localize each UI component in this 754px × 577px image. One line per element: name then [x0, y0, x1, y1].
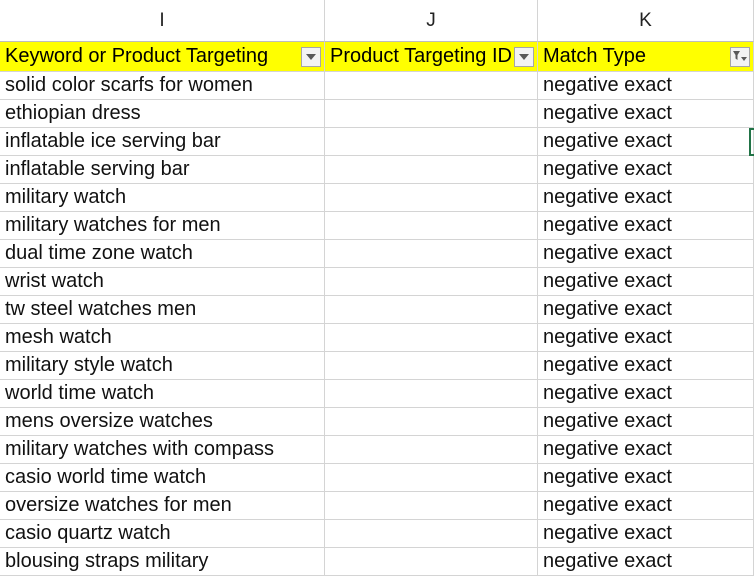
table-row: oversize watches for men negative exact — [0, 492, 754, 520]
cell-product-targeting-id[interactable] — [325, 184, 538, 212]
cell-match-type[interactable]: negative exact — [538, 492, 754, 520]
cell-match-type[interactable]: negative exact — [538, 156, 754, 184]
table-row: mens oversize watches negative exact — [0, 408, 754, 436]
table-row: military watches with compass negative ex… — [0, 436, 754, 464]
cell-match-type[interactable]: negative exact — [538, 408, 754, 436]
active-cell-indicator — [749, 128, 754, 156]
cell-keyword[interactable]: military watches with compass — [0, 436, 325, 464]
cell-match-type[interactable]: negative exact — [538, 212, 754, 240]
dropdown-arrow-icon — [306, 54, 316, 60]
filter-dropdown-product-targeting-id[interactable] — [514, 47, 534, 67]
cell-match-type[interactable]: negative exact — [538, 240, 754, 268]
column-header-k[interactable]: K — [538, 0, 754, 42]
table-row: blousing straps military negative exact — [0, 548, 754, 576]
cell-keyword[interactable]: military watch — [0, 184, 325, 212]
cell-product-targeting-id[interactable] — [325, 436, 538, 464]
cell-match-type[interactable]: negative exact — [538, 520, 754, 548]
cell-product-targeting-id[interactable] — [325, 240, 538, 268]
cell-product-targeting-id[interactable] — [325, 352, 538, 380]
cell-keyword[interactable]: world time watch — [0, 380, 325, 408]
cell-keyword[interactable]: solid color scarfs for women — [0, 72, 325, 100]
cell-product-targeting-id[interactable] — [325, 324, 538, 352]
cell-keyword[interactable]: military watches for men — [0, 212, 325, 240]
cell-product-targeting-id[interactable] — [325, 296, 538, 324]
cell-keyword[interactable]: dual time zone watch — [0, 240, 325, 268]
table-row: inflatable ice serving bar negative exact — [0, 128, 754, 156]
filter-dropdown-keyword[interactable] — [301, 47, 321, 67]
header-cell-product-targeting-id[interactable]: Product Targeting ID — [325, 42, 538, 72]
table-row: casio world time watch negative exact — [0, 464, 754, 492]
cell-product-targeting-id[interactable] — [325, 492, 538, 520]
table-row: tw steel watches men negative exact — [0, 296, 754, 324]
table-row: military watch negative exact — [0, 184, 754, 212]
cell-keyword[interactable]: tw steel watches men — [0, 296, 325, 324]
filter-active-icon — [733, 51, 747, 61]
cell-product-targeting-id[interactable] — [325, 128, 538, 156]
table-row: military watches for men negative exact — [0, 212, 754, 240]
cell-product-targeting-id[interactable] — [325, 156, 538, 184]
cell-keyword[interactable]: wrist watch — [0, 268, 325, 296]
cell-product-targeting-id[interactable] — [325, 548, 538, 576]
header-cell-keyword[interactable]: Keyword or Product Targeting — [0, 42, 325, 72]
cell-keyword[interactable]: mens oversize watches — [0, 408, 325, 436]
cell-match-type[interactable]: negative exact — [538, 380, 754, 408]
cell-match-type[interactable]: negative exact — [538, 324, 754, 352]
column-header-bar: I J K — [0, 0, 754, 42]
table-row: world time watch negative exact — [0, 380, 754, 408]
cell-keyword[interactable]: military style watch — [0, 352, 325, 380]
cell-match-type[interactable]: negative exact — [538, 72, 754, 100]
header-label-keyword: Keyword or Product Targeting — [5, 45, 269, 67]
cell-match-type[interactable]: negative exact — [538, 128, 754, 156]
cell-product-targeting-id[interactable] — [325, 268, 538, 296]
cell-product-targeting-id[interactable] — [325, 408, 538, 436]
cell-keyword[interactable]: inflatable ice serving bar — [0, 128, 325, 156]
table-row: casio quartz watch negative exact — [0, 520, 754, 548]
cell-keyword[interactable]: mesh watch — [0, 324, 325, 352]
cell-match-type[interactable]: negative exact — [538, 184, 754, 212]
cell-keyword[interactable]: casio quartz watch — [0, 520, 325, 548]
cell-product-targeting-id[interactable] — [325, 72, 538, 100]
table-body: solid color scarfs for women negative exa… — [0, 72, 754, 576]
cell-match-type[interactable]: negative exact — [538, 464, 754, 492]
filter-dropdown-match-type[interactable] — [730, 47, 750, 67]
cell-product-targeting-id[interactable] — [325, 520, 538, 548]
cell-product-targeting-id[interactable] — [325, 100, 538, 128]
cell-match-type[interactable]: negative exact — [538, 352, 754, 380]
cell-keyword[interactable]: blousing straps military — [0, 548, 325, 576]
cell-match-type[interactable]: negative exact — [538, 548, 754, 576]
cell-product-targeting-id[interactable] — [325, 464, 538, 492]
cell-keyword[interactable]: casio world time watch — [0, 464, 325, 492]
dropdown-arrow-icon — [519, 54, 529, 60]
cell-match-type[interactable]: negative exact — [538, 268, 754, 296]
header-cell-match-type[interactable]: Match Type — [538, 42, 754, 72]
cell-keyword[interactable]: ethiopian dress — [0, 100, 325, 128]
cell-product-targeting-id[interactable] — [325, 380, 538, 408]
cell-keyword[interactable]: inflatable serving bar — [0, 156, 325, 184]
column-header-i[interactable]: I — [0, 0, 325, 42]
column-header-j[interactable]: J — [325, 0, 538, 42]
table-row: solid color scarfs for women negative exa… — [0, 72, 754, 100]
spreadsheet-grid: I J K Keyword or Product Targeting Produ… — [0, 0, 754, 577]
table-header-row: Keyword or Product Targeting Product Tar… — [0, 42, 754, 72]
table-row: ethiopian dress negative exact — [0, 100, 754, 128]
cell-match-type[interactable]: negative exact — [538, 100, 754, 128]
cell-product-targeting-id[interactable] — [325, 212, 538, 240]
cell-match-type[interactable]: negative exact — [538, 296, 754, 324]
cell-match-type[interactable]: negative exact — [538, 436, 754, 464]
table-row: dual time zone watch negative exact — [0, 240, 754, 268]
header-label-match-type: Match Type — [543, 45, 647, 67]
table-row: military style watch negative exact — [0, 352, 754, 380]
cell-keyword[interactable]: oversize watches for men — [0, 492, 325, 520]
table-row: inflatable serving bar negative exact — [0, 156, 754, 184]
table-row: mesh watch negative exact — [0, 324, 754, 352]
table-row: wrist watch negative exact — [0, 268, 754, 296]
header-label-product-targeting-id: Product Targeting ID — [330, 45, 512, 67]
